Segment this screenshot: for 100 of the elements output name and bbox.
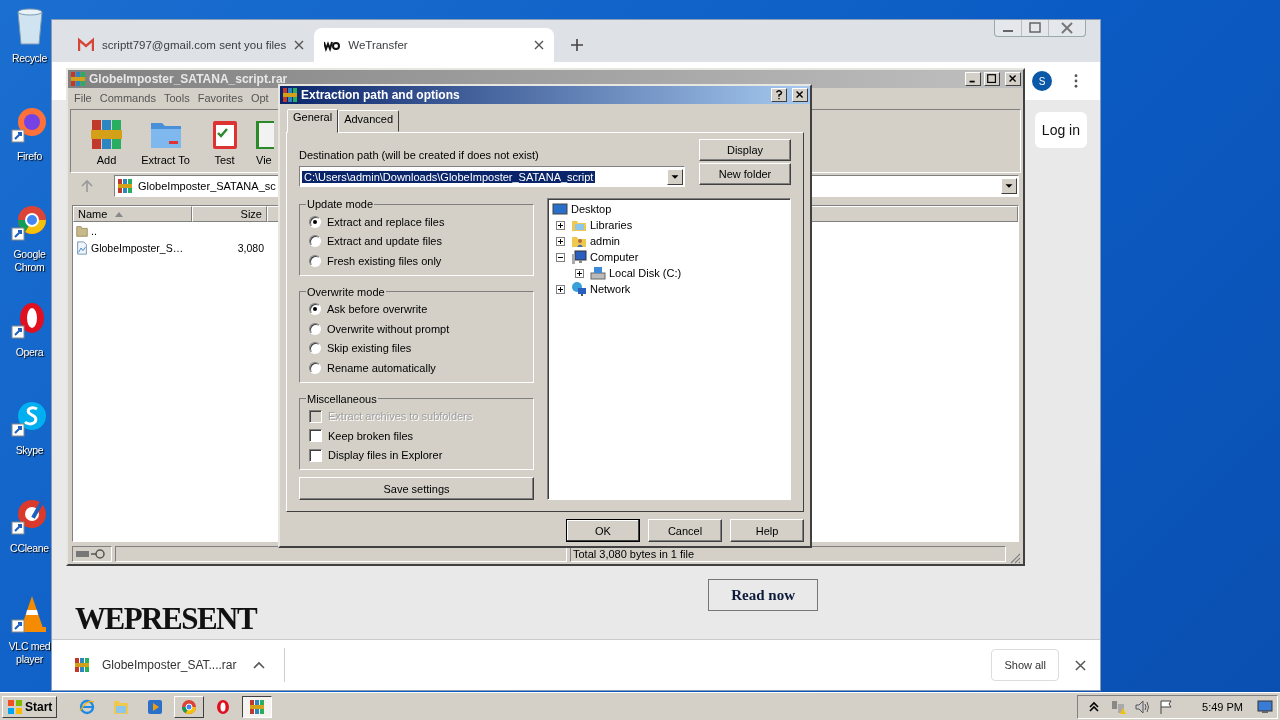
option-label: Extract and update files bbox=[327, 235, 442, 248]
shortcut-label: Firefo bbox=[15, 150, 43, 163]
radio-button[interactable] bbox=[309, 322, 321, 335]
option-label: Fresh existing files only bbox=[327, 254, 442, 267]
caret-up-icon[interactable] bbox=[252, 661, 265, 669]
menu-item[interactable]: Opt bbox=[250, 91, 269, 104]
resize-grip-icon[interactable] bbox=[1009, 552, 1021, 564]
option-label: Ask before overwrite bbox=[327, 303, 428, 316]
menu-item[interactable]: Tools bbox=[164, 91, 190, 104]
drive-icon bbox=[590, 265, 606, 281]
radio-button[interactable] bbox=[309, 342, 321, 355]
group-title: Update mode bbox=[306, 198, 375, 210]
archive-icon bbox=[70, 71, 86, 87]
file-name[interactable]: .. bbox=[91, 224, 97, 237]
option-label: Display files in Explorer bbox=[328, 449, 443, 462]
toolbar-button[interactable]: Add bbox=[79, 116, 134, 166]
expand-icon[interactable] bbox=[556, 284, 565, 294]
browser-tab[interactable]: scriptt797@gmail.com sent you files bbox=[68, 28, 315, 62]
folder-icon bbox=[75, 223, 89, 238]
file-size: 3,080 bbox=[237, 241, 264, 254]
network-icon bbox=[571, 281, 587, 297]
download-file-name[interactable]: GlobeImposter_SAT....rar bbox=[102, 658, 237, 672]
dialog-button[interactable]: Cancel bbox=[648, 519, 722, 542]
group-title: Overwrite mode bbox=[306, 285, 386, 298]
option-label: Overwrite without prompt bbox=[327, 322, 450, 335]
save-settings-button[interactable]: Save settings bbox=[299, 477, 534, 500]
tree-item[interactable]: Local Disk (C:) bbox=[609, 267, 682, 279]
shortcut-label: VLC med player bbox=[7, 640, 52, 666]
file-name[interactable]: GlobeImposter_S… bbox=[91, 241, 184, 254]
option-label: Skip existing files bbox=[327, 342, 412, 355]
folder-icon bbox=[113, 698, 130, 715]
group-title: Miscellaneous bbox=[306, 392, 378, 405]
new-tab-icon[interactable] bbox=[570, 38, 585, 52]
sort-ascending-icon bbox=[115, 211, 124, 217]
tree-item[interactable]: Network bbox=[590, 283, 631, 295]
chrome-icon bbox=[181, 698, 198, 715]
archive-icon bbox=[74, 657, 90, 673]
show-all-button[interactable]: Show all bbox=[991, 649, 1059, 681]
clock[interactable]: 5:49 PM bbox=[1202, 700, 1243, 713]
column-header[interactable]: Size bbox=[192, 206, 267, 222]
dialog-button[interactable]: OK bbox=[566, 519, 640, 542]
start-button[interactable]: Start bbox=[2, 695, 58, 718]
shortcut-label: CCleane bbox=[9, 542, 50, 555]
column-header[interactable]: Name bbox=[73, 206, 192, 222]
archive-icon bbox=[249, 698, 266, 715]
shortcut-label: Google Chrom bbox=[12, 248, 47, 274]
radio-button[interactable] bbox=[309, 303, 321, 316]
dialog-button[interactable]: Display bbox=[699, 139, 791, 161]
tree-item[interactable]: Computer bbox=[590, 251, 639, 263]
browser-tab[interactable]: WeTransfer bbox=[314, 28, 555, 62]
collapse-icon[interactable] bbox=[556, 252, 565, 262]
tree-item[interactable]: admin bbox=[590, 235, 620, 247]
folder-tree[interactable]: Desktop Libraries admin Computer Local Disk (C:) Network bbox=[547, 198, 791, 500]
expand-icon[interactable] bbox=[556, 220, 565, 230]
close-icon[interactable] bbox=[1075, 659, 1086, 671]
toolbar-button[interactable]: Test bbox=[197, 116, 252, 166]
expand-icon[interactable] bbox=[575, 268, 584, 278]
menu-item[interactable]: Favorites bbox=[197, 91, 243, 104]
radio-button[interactable] bbox=[309, 235, 321, 248]
dropdown-arrow-icon[interactable] bbox=[1001, 178, 1017, 194]
mail-icon bbox=[78, 37, 94, 53]
checkbox[interactable] bbox=[309, 429, 322, 443]
tree-item[interactable]: Desktop bbox=[571, 203, 612, 215]
menu-item[interactable]: File bbox=[74, 91, 92, 104]
menu-item[interactable]: Commands bbox=[99, 91, 156, 104]
archive-icon bbox=[282, 87, 298, 103]
flag-icon[interactable] bbox=[1158, 698, 1175, 715]
dropdown-arrow-icon[interactable] bbox=[667, 168, 683, 185]
shortcut-label: Recycle bbox=[10, 52, 49, 65]
radio-button[interactable] bbox=[309, 254, 321, 267]
option-label: Extract and replace files bbox=[327, 215, 445, 228]
profile-avatar[interactable]: S bbox=[1032, 71, 1052, 91]
file-icon bbox=[75, 240, 89, 255]
login-button[interactable]: Log in bbox=[1034, 112, 1087, 148]
tree-item[interactable]: Libraries bbox=[590, 219, 633, 231]
option-label: Rename automatically bbox=[327, 361, 436, 374]
monitor-icon[interactable] bbox=[1257, 698, 1273, 715]
help-icon[interactable] bbox=[771, 88, 787, 102]
brand-logo[interactable]: WEPRESENT bbox=[75, 601, 257, 637]
computer-icon bbox=[571, 249, 587, 265]
window-title: GlobeImposter_SATANA_script.rar bbox=[89, 72, 288, 86]
dialog-tab[interactable]: Advanced bbox=[338, 110, 400, 132]
close-icon[interactable] bbox=[534, 40, 545, 50]
taskbar-window-button[interactable] bbox=[242, 695, 273, 718]
dialog-tab[interactable]: General bbox=[287, 109, 339, 133]
desktop-icon bbox=[552, 201, 568, 217]
expand-icon[interactable] bbox=[556, 236, 565, 246]
dialog-button[interactable]: New folder bbox=[699, 163, 791, 185]
shortcut-label: Opera bbox=[14, 346, 45, 359]
toolbar-button[interactable]: Vie bbox=[256, 116, 276, 166]
read-now-button[interactable]: Read now bbox=[708, 579, 819, 611]
dialog-button[interactable]: Help bbox=[730, 519, 804, 542]
checkbox[interactable] bbox=[309, 448, 322, 462]
destination-path-field[interactable]: C:\Users\admin\Downloads\GlobeImposter_SATANA_script bbox=[299, 166, 685, 187]
menu-icon[interactable] bbox=[1074, 74, 1078, 88]
toolbar-button[interactable]: Extract To bbox=[138, 116, 193, 166]
browser-e-icon bbox=[79, 698, 96, 715]
volume-icon[interactable] bbox=[1134, 698, 1151, 715]
opera-icon bbox=[215, 698, 232, 715]
destination-label: Destination path (will be created if does not exist) bbox=[299, 149, 540, 161]
